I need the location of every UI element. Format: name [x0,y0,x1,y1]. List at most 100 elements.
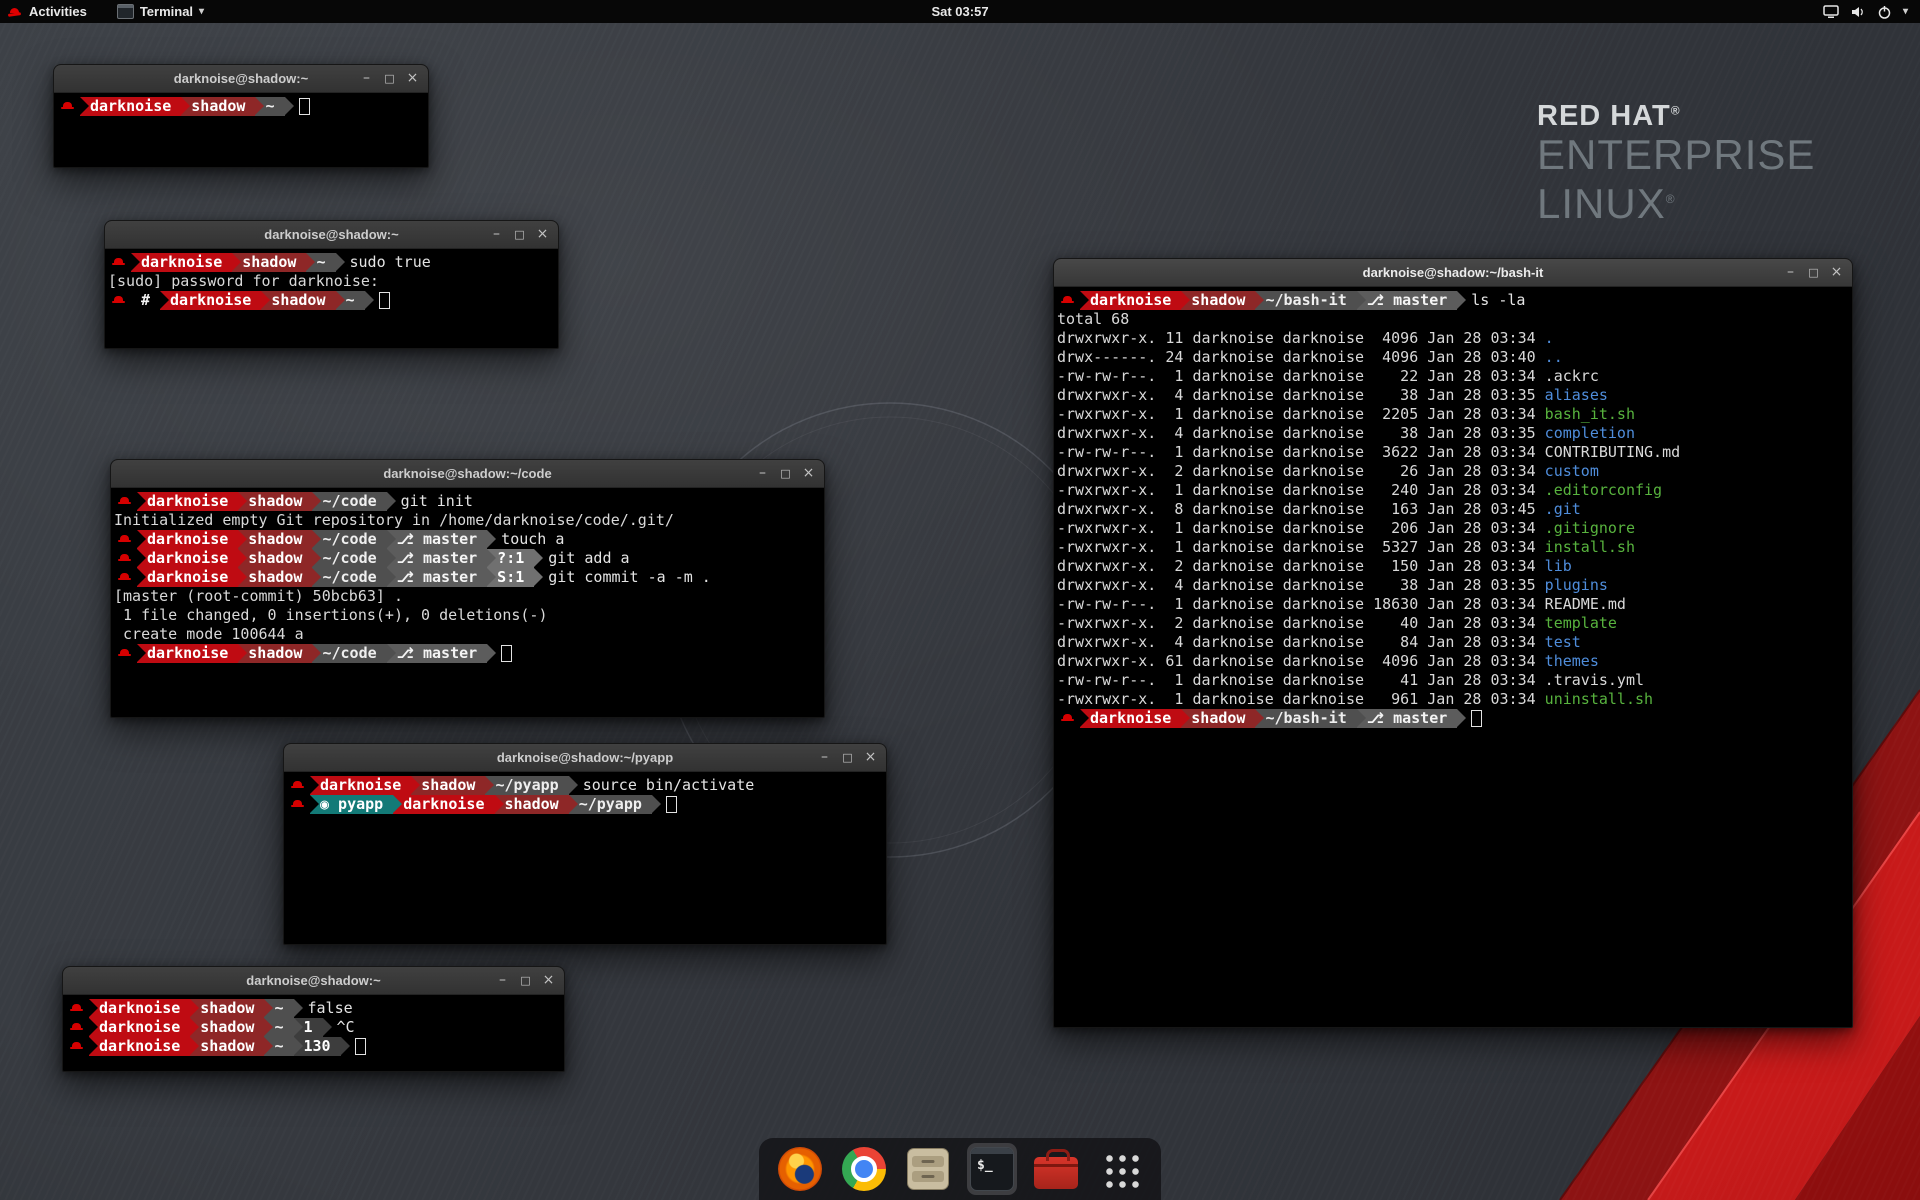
prompt-segment-path: ~/code [312,549,386,568]
close-button[interactable]: × [863,750,878,765]
prompt-segment-icon [66,1018,89,1037]
prompt-segment-icon [1057,291,1080,310]
terminal-prompt-line: #darknoiseshadow~ [108,291,556,310]
maximize-button[interactable]: □ [1806,265,1821,280]
titlebar[interactable]: darknoise@shadow:~ – □ × [63,967,564,995]
titlebar[interactable]: darknoise@shadow:~/bash-it – □ × [1054,259,1852,287]
prompt-segment-icon [114,530,137,549]
maximize-button[interactable]: □ [512,227,527,242]
prompt-segment-user: darknoise [137,530,238,549]
prompt-segment-icon [114,568,137,587]
terminal-output-line: -rwxrwxr-x. 1 darknoise darknoise 240 Ja… [1057,481,1850,500]
terminal-content[interactable]: darknoiseshadow~ [54,93,428,167]
terminal-content[interactable]: darknoiseshadow~falsedarknoiseshadow~1^C… [63,995,564,1071]
system-status-area[interactable]: ▾ [1811,0,1920,23]
maximize-button[interactable]: □ [518,973,533,988]
filename: aliases [1545,386,1608,404]
close-button[interactable]: × [405,71,420,86]
terminal-prompt-line: darknoiseshadow~/code⎇ master [114,644,822,663]
command-text: git init [401,492,473,510]
prompt-segment-host: shadow [190,999,264,1018]
minimize-button[interactable]: – [1783,265,1798,280]
close-button[interactable]: × [801,466,816,481]
dock-item-appgrid[interactable] [1095,1143,1145,1195]
maximize-button[interactable]: □ [778,466,793,481]
prompt-segment-git: ⎇ master [387,549,488,568]
minimize-button[interactable]: – [495,973,510,988]
terminal-cursor [379,292,390,309]
filename: themes [1545,652,1599,670]
terminal-content[interactable]: darknoiseshadow~/codegit initInitialized… [111,488,824,717]
minimize-button[interactable]: – [359,71,374,86]
minimize-button[interactable]: – [755,466,770,481]
filename: plugins [1545,576,1608,594]
terminal-output-line: drwxrwxr-x. 61 darknoise darknoise 4096 … [1057,652,1850,671]
close-button[interactable]: × [535,227,550,242]
maximize-button[interactable]: □ [840,750,855,765]
close-button[interactable]: × [1829,265,1844,280]
dock-item-chrome[interactable] [839,1143,889,1195]
filename: test [1545,633,1581,651]
titlebar[interactable]: darknoise@shadow:~ – □ × [54,65,428,93]
titlebar[interactable]: darknoise@shadow:~/pyapp – □ × [284,744,886,772]
terminal-output-line: -rwxrwxr-x. 1 darknoise darknoise 961 Ja… [1057,690,1850,709]
prompt-segment-git: ⎇ master [387,644,488,663]
files-icon [907,1148,949,1190]
window-title: darknoise@shadow:~/code [383,466,551,481]
terminal-output-line: drwx------. 24 darknoise darknoise 4096 … [1057,348,1850,367]
terminal-app-icon [117,4,134,19]
prompt-segment-git: ⎇ master [387,530,488,549]
rhel-branding: RED HAT® ENTERPRISE LINUX® [1537,100,1815,226]
dock-item-firefox[interactable] [775,1143,825,1195]
brand-linux: LINUX® [1537,177,1815,226]
filename: .travis.yml [1545,671,1644,689]
terminal-prompt-line: darknoiseshadow~/code⎇ master?:1git add … [114,549,822,568]
prompt-segment-icon [1057,709,1080,728]
terminal-content[interactable]: darknoiseshadow ~/pyappsource bin/activat… [284,772,886,944]
terminal-cursor [1471,710,1482,727]
prompt-segment-user: darknoise [1080,709,1181,728]
terminal-output-line: Initialized empty Git repository in /hom… [114,511,822,530]
brand-redhat: RED HAT® [1537,100,1815,133]
prompt-segment-host: shadow [232,253,306,272]
terminal-output-line: drwxrwxr-x. 4 darknoise darknoise 38 Jan… [1057,386,1850,405]
terminal-prompt-line: ◉ pyappdarknoiseshadow~/pyapp [287,795,884,814]
maximize-button[interactable]: □ [382,71,397,86]
dock-item-terminal[interactable] [967,1143,1017,1195]
app-menu-terminal[interactable]: Terminal ▾ [109,0,212,23]
prompt-segment-icon [114,549,137,568]
terminal-content[interactable]: darknoiseshadow~/bash-it⎇ masterls -lato… [1054,287,1852,1027]
terminal-prompt-line: darknoiseshadow~/bash-it⎇ masterls -la [1057,291,1850,310]
terminal-content[interactable]: darknoiseshadow~sudo true[sudo] password… [105,249,558,348]
clock[interactable]: Sat 03:57 [923,0,996,23]
minimize-button[interactable]: – [817,750,832,765]
window-title: darknoise@shadow:~/pyapp [497,750,673,765]
terminal-output-line: drwxrwxr-x. 2 darknoise darknoise 150 Ja… [1057,557,1850,576]
filename: .git [1545,500,1581,518]
titlebar[interactable]: darknoise@shadow:~ – □ × [105,221,558,249]
prompt-segment-host: shadow [411,776,485,795]
prompt-segment-path: ~/pyapp [569,795,652,814]
terminal-window-exitcodes: darknoise@shadow:~ – □ × darknoiseshadow… [62,966,565,1072]
prompt-segment-host: shadow [238,568,312,587]
minimize-button[interactable]: – [489,227,504,242]
dock-item-toolbox[interactable] [1031,1143,1081,1195]
terminal-prompt-line: darknoiseshadow~sudo true [108,253,556,272]
dock-item-files[interactable] [903,1143,953,1195]
titlebar[interactable]: darknoise@shadow:~/code – □ × [111,460,824,488]
prompt-segment-icon [114,644,137,663]
close-button[interactable]: × [541,973,556,988]
terminal-output-line: -rwxrwxr-x. 1 darknoise darknoise 5327 J… [1057,538,1850,557]
prompt-segment-host: shadow [261,291,335,310]
app-grid-icon [1100,1149,1140,1189]
prompt-segment-host: shadow [238,530,312,549]
prompt-segment-user: darknoise [393,795,494,814]
activities-button[interactable]: Activities [0,0,95,23]
terminal-output-line: [sudo] password for darknoise: [108,272,556,291]
terminal-output-line: -rwxrwxr-x. 1 darknoise darknoise 2205 J… [1057,405,1850,424]
filename: .gitignore [1545,519,1635,537]
prompt-segment-host: shadow [238,492,312,511]
command-text: source bin/activate [583,776,755,794]
window-title: darknoise@shadow:~/bash-it [1363,265,1544,280]
terminal-prompt-line: darknoiseshadow~/bash-it⎇ master [1057,709,1850,728]
